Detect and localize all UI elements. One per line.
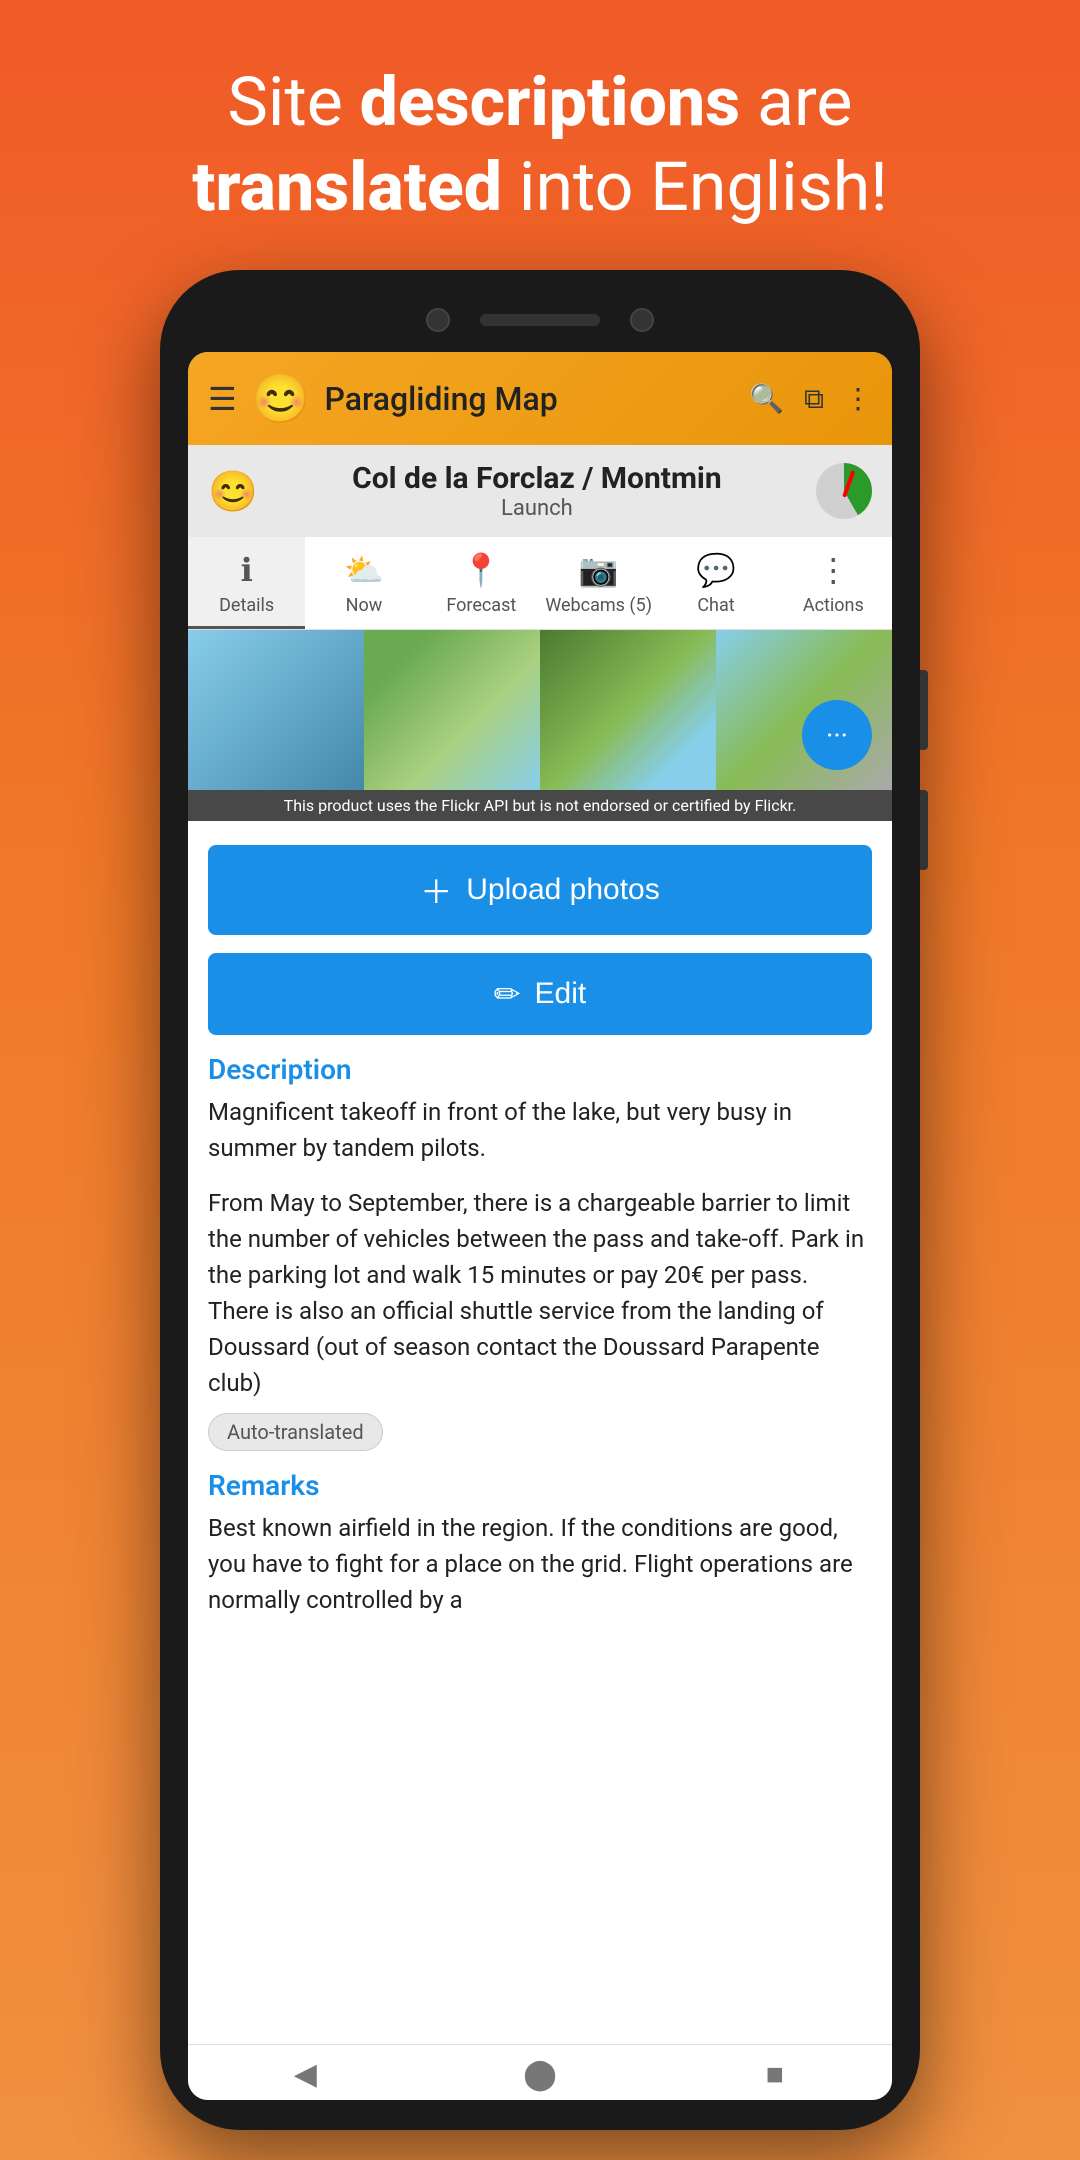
site-pin-icon: 😊 bbox=[208, 468, 258, 515]
tab-webcams-label: Webcams (5) bbox=[545, 595, 652, 616]
edit-icon: ✏ bbox=[494, 975, 521, 1013]
edit-label: Edit bbox=[535, 977, 587, 1011]
tab-details-label: Details bbox=[219, 595, 274, 616]
more-icon[interactable]: ⋮ bbox=[844, 382, 872, 415]
recents-icon: ■ bbox=[766, 2057, 784, 2092]
menu-icon[interactable]: ☰ bbox=[208, 380, 237, 418]
layers-icon[interactable]: ⧉ bbox=[804, 382, 824, 416]
bottom-nav: ◀ ⬤ ■ bbox=[188, 2044, 892, 2100]
content-area: ＋ Upload photos ✏ Edit Description Magni… bbox=[188, 821, 892, 2044]
tab-details[interactable]: ℹ Details bbox=[188, 537, 305, 629]
site-info: Col de la Forclaz / Montmin Launch bbox=[270, 461, 804, 521]
wind-indicator bbox=[816, 463, 872, 519]
phone-top-bar bbox=[188, 300, 892, 340]
site-header: 😊 Col de la Forclaz / Montmin Launch bbox=[188, 445, 892, 537]
tab-forecast[interactable]: 📍 Forecast bbox=[423, 537, 540, 629]
flickr-notice: This product uses the Flickr API but is … bbox=[188, 790, 892, 821]
nav-home[interactable]: ⬤ bbox=[423, 2057, 658, 2092]
app-logo: 😊 bbox=[251, 370, 311, 427]
photo-1[interactable] bbox=[188, 630, 364, 790]
tab-bar: ℹ Details ⛅ Now 📍 Forecast 📷 Webcams (5)… bbox=[188, 537, 892, 630]
tab-now[interactable]: ⛅ Now bbox=[305, 537, 422, 629]
tab-actions[interactable]: ⋮ Actions bbox=[775, 537, 892, 629]
photo-4[interactable] bbox=[716, 630, 892, 790]
promo-highlight1: descriptions bbox=[360, 62, 740, 142]
photo-strip: ··· bbox=[188, 630, 892, 790]
chat-icon: 💬 bbox=[696, 551, 736, 589]
tab-webcams[interactable]: 📷 Webcams (5) bbox=[540, 537, 657, 629]
now-icon: ⛅ bbox=[344, 551, 384, 589]
upload-icon: ＋ bbox=[420, 867, 452, 913]
front-camera bbox=[426, 308, 450, 332]
search-icon[interactable]: 🔍 bbox=[749, 382, 784, 415]
promo-header: Site descriptions aretranslated into Eng… bbox=[112, 0, 968, 270]
remarks-text: Best known airfield in the region. If th… bbox=[208, 1510, 872, 1618]
actions-icon: ⋮ bbox=[817, 551, 849, 589]
site-name: Col de la Forclaz / Montmin bbox=[270, 461, 804, 496]
description-title: Description bbox=[208, 1053, 872, 1086]
more-photos-button[interactable]: ··· bbox=[802, 700, 872, 770]
edit-button[interactable]: ✏ Edit bbox=[208, 953, 872, 1035]
photo-2[interactable] bbox=[364, 630, 540, 790]
tab-actions-label: Actions bbox=[803, 595, 864, 616]
tab-forecast-label: Forecast bbox=[446, 595, 516, 616]
app-bar-actions: 🔍 ⧉ ⋮ bbox=[749, 382, 872, 416]
upload-photos-button[interactable]: ＋ Upload photos bbox=[208, 845, 872, 935]
power-button bbox=[920, 790, 928, 870]
wind-arrow bbox=[842, 470, 855, 498]
promo-text: Site descriptions aretranslated into Eng… bbox=[192, 62, 888, 227]
description-section: Description Magnificent takeoff in front… bbox=[208, 1053, 872, 1451]
app-bar: ☰ 😊 Paragliding Map 🔍 ⧉ ⋮ bbox=[188, 352, 892, 445]
phone-frame: ☰ 😊 Paragliding Map 🔍 ⧉ ⋮ 😊 Col de la Fo… bbox=[160, 270, 920, 2130]
phone-screen: ☰ 😊 Paragliding Map 🔍 ⧉ ⋮ 😊 Col de la Fo… bbox=[188, 352, 892, 2100]
tab-chat[interactable]: 💬 Chat bbox=[657, 537, 774, 629]
details-icon: ℹ bbox=[241, 551, 253, 589]
site-type: Launch bbox=[270, 496, 804, 521]
auto-translated-badge: Auto-translated bbox=[208, 1413, 383, 1451]
tab-now-label: Now bbox=[346, 595, 383, 616]
webcams-icon: 📷 bbox=[579, 551, 619, 589]
front-sensor bbox=[630, 308, 654, 332]
photo-3[interactable] bbox=[540, 630, 716, 790]
tab-chat-label: Chat bbox=[697, 595, 734, 616]
upload-label: Upload photos bbox=[466, 873, 659, 907]
home-icon: ⬤ bbox=[523, 2057, 557, 2092]
nav-back[interactable]: ◀ bbox=[188, 2057, 423, 2092]
forecast-icon: 📍 bbox=[461, 551, 501, 589]
speaker bbox=[480, 314, 600, 326]
description-text1: Magnificent takeoff in front of the lake… bbox=[208, 1094, 872, 1166]
app-title: Paragliding Map bbox=[324, 380, 735, 418]
nav-recents[interactable]: ■ bbox=[657, 2057, 892, 2092]
volume-button bbox=[920, 670, 928, 750]
promo-highlight2: translated bbox=[192, 147, 502, 227]
description-text2: From May to September, there is a charge… bbox=[208, 1185, 872, 1401]
remarks-section: Remarks Best known airfield in the regio… bbox=[208, 1469, 872, 1618]
back-icon: ◀ bbox=[294, 2057, 317, 2092]
remarks-title: Remarks bbox=[208, 1469, 872, 1502]
